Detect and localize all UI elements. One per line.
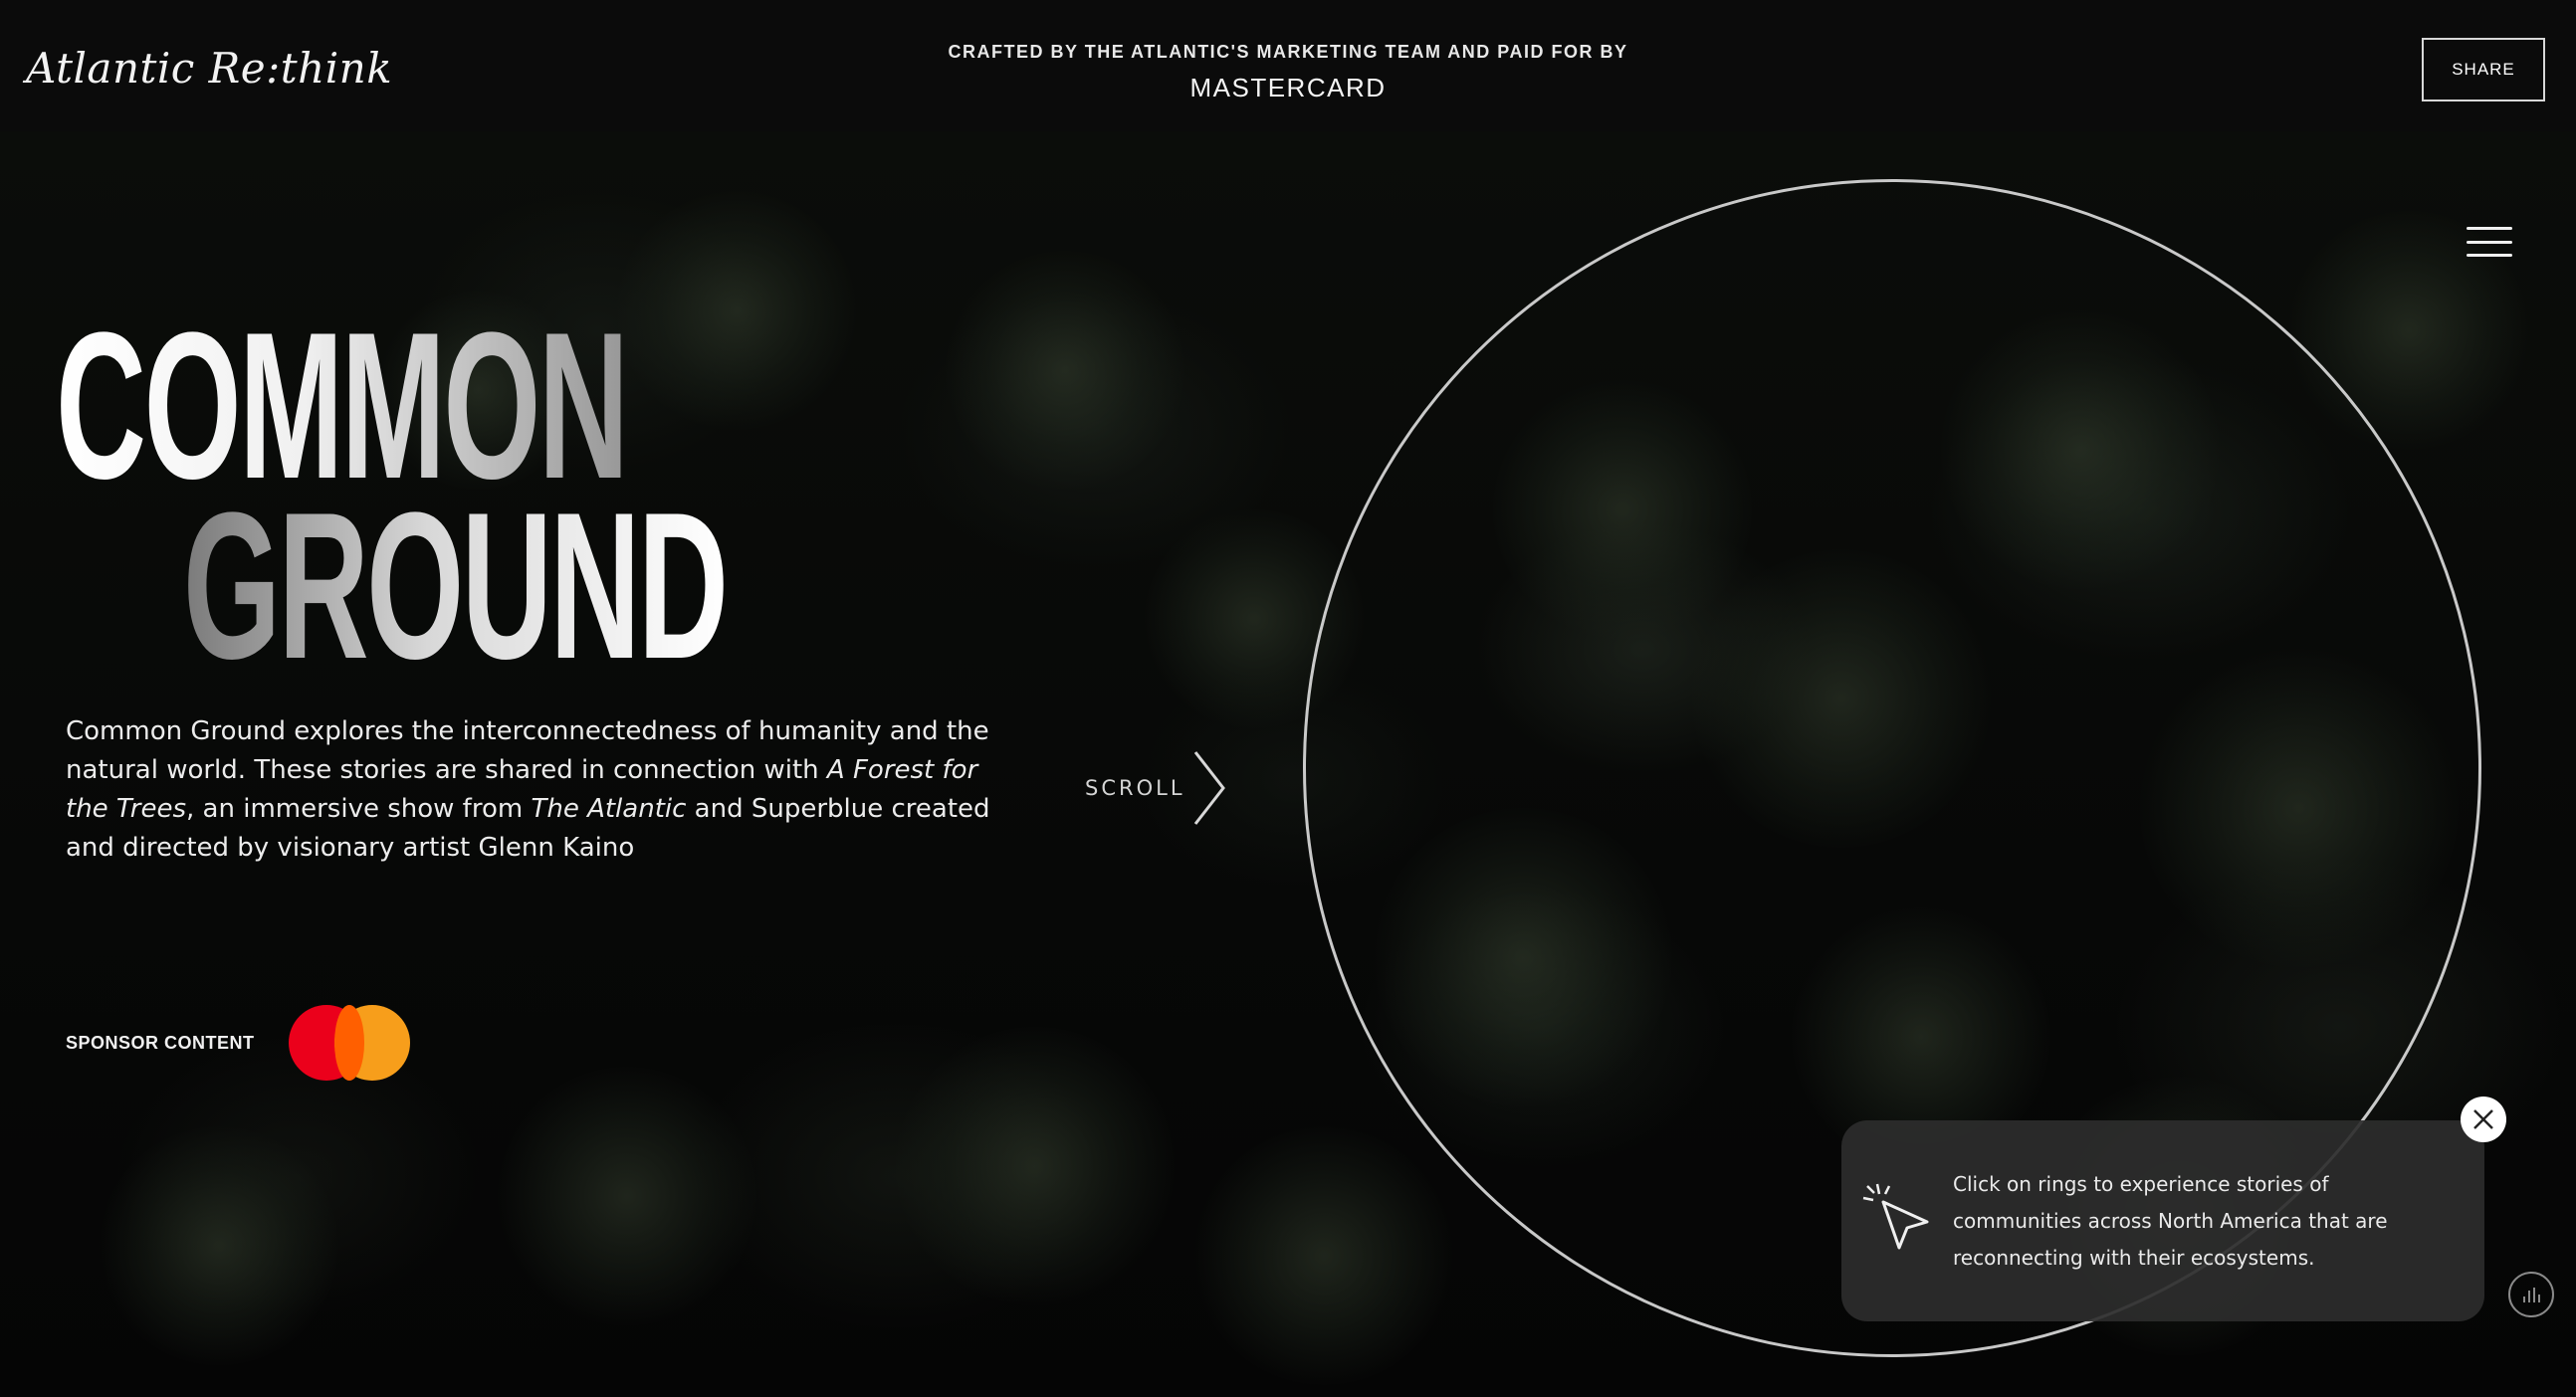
chevron-right-icon (1193, 751, 1225, 825)
audio-bars-glyph (2523, 1288, 2540, 1302)
sponsor-content-label: SPONSOR CONTENT (66, 1032, 255, 1053)
intro-description: Common Ground explores the interconnecte… (66, 712, 991, 868)
menu-bar (2467, 254, 2512, 257)
audio-bars-icon[interactable] (2508, 1272, 2554, 1317)
tree-canopy (896, 1027, 1175, 1305)
description-text: , an immersive show from (186, 794, 532, 824)
top-bar: Atlantic Re:think CRAFTED BY THE ATLANTI… (0, 0, 2576, 131)
tree-canopy (498, 1067, 756, 1325)
scroll-label: SCROLL (1085, 776, 1185, 800)
title-line-ground: GROUND (183, 468, 729, 702)
share-button[interactable]: SHARE (2422, 38, 2545, 101)
mastercard-overlap (333, 1005, 364, 1081)
sponsor-credit: CRAFTED BY THE ATLANTIC'S MARKETING TEAM… (0, 42, 2576, 103)
instruction-tooltip: Click on rings to experience stories of … (1841, 1120, 2484, 1321)
sponsor-content-badge: SPONSOR CONTENT (66, 1003, 410, 1083)
tree-canopy (100, 1126, 338, 1365)
description-italic-publication: The Atlantic (531, 794, 687, 824)
cursor-click-icon (1862, 1183, 1929, 1250)
tooltip-text: Click on rings to experience stories of … (1953, 1172, 2388, 1270)
close-icon[interactable] (2461, 1097, 2506, 1142)
sponsor-credit-note: CRAFTED BY THE ATLANTIC'S MARKETING TEAM… (948, 42, 1628, 62)
hamburger-menu-icon[interactable] (2467, 227, 2512, 257)
menu-bar (2467, 227, 2512, 230)
page-title: COMMON GROUND (56, 301, 1088, 702)
tree-canopy (1194, 1126, 1453, 1385)
close-x-glyph (2473, 1109, 2493, 1129)
mastercard-logo[interactable] (285, 1003, 410, 1083)
sponsor-name: MASTERCARD (1189, 73, 1387, 102)
scroll-prompt[interactable]: SCROLL (1085, 748, 1229, 828)
menu-bar (2467, 240, 2512, 244)
